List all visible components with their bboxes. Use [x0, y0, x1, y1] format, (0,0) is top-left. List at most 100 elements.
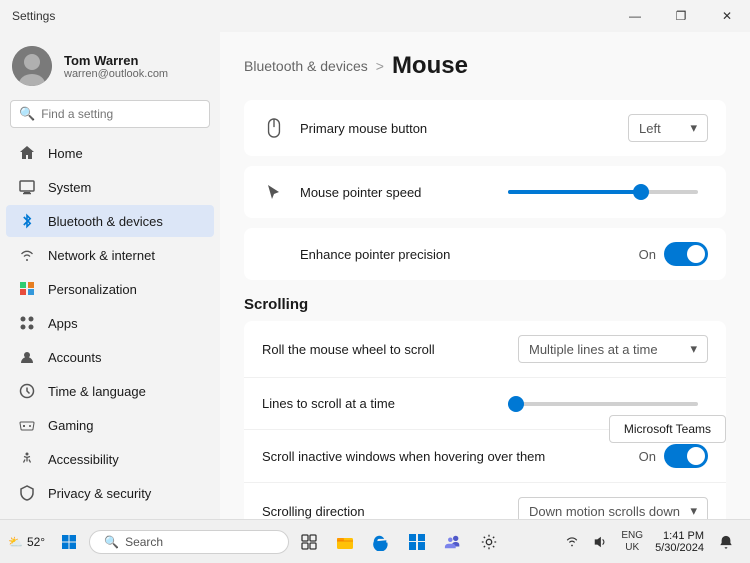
sidebar-label-privacy: Privacy & security	[48, 486, 151, 501]
sidebar-item-personalization[interactable]: Personalization	[6, 273, 214, 305]
taskbar-clock[interactable]: 1:41 PM 5/30/2024	[651, 528, 708, 556]
app-body: Tom Warren warren@outlook.com 🔍 Home Sys…	[0, 32, 750, 519]
inactive-windows-label: Scroll inactive windows when hovering ov…	[262, 449, 639, 464]
primary-button-card: Primary mouse button Left ▾	[244, 100, 726, 156]
user-email: warren@outlook.com	[64, 68, 168, 80]
scrolling-direction-row: Scrolling direction Down motion scrolls …	[244, 483, 726, 519]
avatar	[12, 46, 52, 86]
scrolling-direction-dropdown[interactable]: Down motion scrolls down ▾	[518, 497, 708, 519]
sidebar-search-box[interactable]: 🔍	[10, 100, 210, 128]
sidebar-item-update[interactable]: Windows Update	[6, 511, 214, 519]
weather-icon: ⛅	[8, 535, 23, 549]
sidebar: Tom Warren warren@outlook.com 🔍 Home Sys…	[0, 32, 220, 519]
roll-wheel-row: Roll the mouse wheel to scroll Multiple …	[244, 321, 726, 378]
sidebar-search-input[interactable]	[41, 107, 201, 121]
breadcrumb-current: Mouse	[392, 52, 468, 80]
enhance-precision-label: Enhance pointer precision	[262, 247, 639, 262]
roll-wheel-value: Multiple lines at a time	[529, 342, 658, 357]
search-icon: 🔍	[19, 106, 35, 122]
pointer-speed-row: Mouse pointer speed	[244, 166, 726, 218]
sidebar-item-time[interactable]: Time & language	[6, 375, 214, 407]
weather-widget[interactable]: ⛅ 52°	[8, 535, 45, 549]
pointer-speed-label: Mouse pointer speed	[300, 185, 508, 200]
sidebar-item-bluetooth[interactable]: Bluetooth & devices	[6, 205, 214, 237]
task-view-button[interactable]	[293, 526, 325, 558]
enhance-precision-row: Enhance pointer precision On	[244, 228, 726, 280]
scrolling-direction-chevron: ▾	[690, 503, 697, 519]
app-title: Settings	[12, 9, 55, 23]
window-controls: — ❐ ✕	[612, 0, 750, 32]
slider-fill	[508, 190, 641, 194]
close-button[interactable]: ✕	[704, 0, 750, 32]
cursor-icon	[262, 183, 286, 201]
start-button[interactable]	[53, 526, 85, 558]
sidebar-item-home[interactable]: Home	[6, 137, 214, 169]
taskbar-app-settings[interactable]	[473, 526, 505, 558]
primary-button-value: Left	[639, 121, 661, 136]
taskbar-app-teams[interactable]	[437, 526, 469, 558]
network-icon	[18, 246, 36, 264]
taskbar-search-box[interactable]: 🔍 Search	[89, 530, 289, 554]
sidebar-label-network: Network & internet	[48, 248, 155, 263]
sidebar-item-apps[interactable]: Apps	[6, 307, 214, 339]
gaming-icon	[18, 416, 36, 434]
user-info: Tom Warren warren@outlook.com	[64, 53, 168, 80]
taskbar-right: ENGUK 1:41 PM 5/30/2024	[559, 526, 742, 558]
lines-scroll-slider[interactable]	[508, 402, 708, 406]
taskbar-notification-icon[interactable]	[710, 526, 742, 558]
enhance-precision-card: Enhance pointer precision On	[244, 228, 726, 280]
breadcrumb-parent[interactable]: Bluetooth & devices	[244, 58, 368, 74]
sidebar-item-accounts[interactable]: Accounts	[6, 341, 214, 373]
title-bar: Settings — ❐ ✕	[0, 0, 750, 32]
primary-button-chevron: ▾	[690, 120, 697, 136]
home-icon	[18, 144, 36, 162]
sidebar-item-gaming[interactable]: Gaming	[6, 409, 214, 441]
ms-teams-button[interactable]: Microsoft Teams	[609, 415, 726, 443]
user-section[interactable]: Tom Warren warren@outlook.com	[0, 36, 220, 100]
taskbar: ⛅ 52° 🔍 Search	[0, 519, 750, 563]
taskbar-app-edge[interactable]	[365, 526, 397, 558]
sidebar-item-system[interactable]: System	[6, 171, 214, 203]
sidebar-label-time: Time & language	[48, 384, 146, 399]
taskbar-network-icon[interactable]	[559, 533, 585, 551]
taskbar-time: 1:41 PM	[663, 530, 704, 542]
sidebar-label-apps: Apps	[48, 316, 78, 331]
taskbar-volume-icon[interactable]	[587, 533, 613, 551]
enhance-precision-toggle[interactable]	[664, 242, 708, 266]
roll-wheel-dropdown[interactable]: Multiple lines at a time ▾	[518, 335, 708, 363]
lines-slider-thumb[interactable]	[508, 396, 524, 412]
system-icon	[18, 178, 36, 196]
mouse-icon	[262, 118, 286, 138]
sidebar-item-network[interactable]: Network & internet	[6, 239, 214, 271]
sidebar-label-system: System	[48, 180, 91, 195]
maximize-button[interactable]: ❐	[658, 0, 704, 32]
sidebar-item-privacy[interactable]: Privacy & security	[6, 477, 214, 509]
minimize-button[interactable]: —	[612, 0, 658, 32]
slider-thumb[interactable]	[633, 184, 649, 200]
lines-slider-track	[508, 402, 698, 406]
sidebar-label-accounts: Accounts	[48, 350, 101, 365]
sidebar-label-accessibility: Accessibility	[48, 452, 119, 467]
pointer-speed-card: Mouse pointer speed	[244, 166, 726, 218]
primary-button-dropdown[interactable]: Left ▾	[628, 114, 708, 142]
roll-wheel-chevron: ▾	[690, 341, 697, 357]
taskbar-search-label: Search	[125, 535, 163, 549]
lines-scroll-label: Lines to scroll at a time	[262, 396, 508, 411]
sidebar-label-gaming: Gaming	[48, 418, 94, 433]
inactive-windows-toggle[interactable]	[664, 444, 708, 468]
scrolling-heading: Scrolling	[244, 296, 726, 313]
sidebar-label-home: Home	[48, 146, 83, 161]
roll-wheel-label: Roll the mouse wheel to scroll	[262, 342, 518, 357]
primary-button-label: Primary mouse button	[300, 121, 628, 136]
sidebar-label-bluetooth: Bluetooth & devices	[48, 214, 163, 229]
breadcrumb: Bluetooth & devices > Mouse	[244, 52, 726, 80]
pointer-speed-slider[interactable]	[508, 190, 708, 194]
slider-track	[508, 190, 698, 194]
sidebar-item-accessibility[interactable]: Accessibility	[6, 443, 214, 475]
taskbar-app-store[interactable]	[401, 526, 433, 558]
user-name: Tom Warren	[64, 53, 168, 68]
scrolling-direction-value: Down motion scrolls down	[529, 504, 680, 519]
taskbar-app-explorer[interactable]	[329, 526, 361, 558]
inactive-windows-value: On	[639, 449, 656, 464]
taskbar-locale[interactable]: ENGUK	[615, 528, 649, 556]
